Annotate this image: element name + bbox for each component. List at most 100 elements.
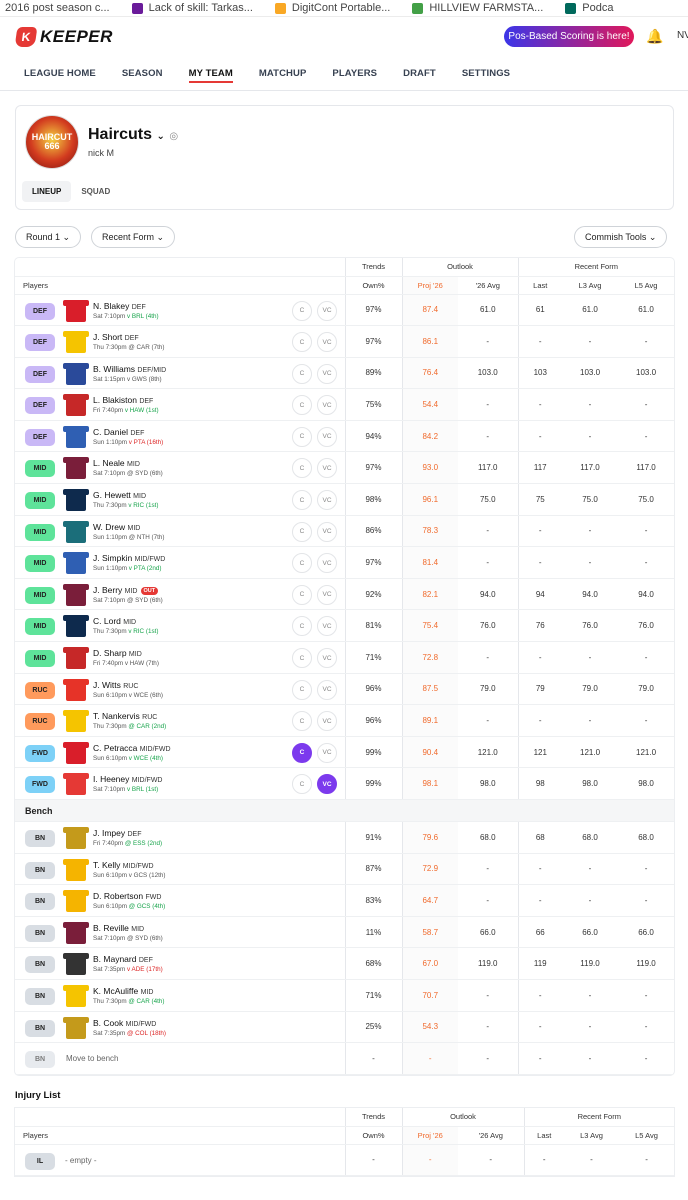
position-badge[interactable]: FWD (25, 776, 55, 794)
vice-captain-toggle[interactable]: VC (317, 553, 337, 574)
chevron-down-icon[interactable]: ⌄ (156, 131, 164, 142)
form-select[interactable]: Recent Form ⌄ (91, 226, 176, 248)
captain-toggle[interactable]: C (292, 521, 312, 542)
vice-captain-toggle[interactable]: VC (317, 395, 337, 416)
bench-slot-badge[interactable]: BN (25, 1051, 55, 1069)
vice-captain-toggle[interactable]: VC (317, 584, 337, 605)
bookmark-item[interactable]: Podca (565, 2, 613, 14)
nav-settings[interactable]: SETTINGS (462, 57, 510, 91)
player-name[interactable]: D. Robertson FWD (93, 891, 161, 901)
player-name[interactable]: L. Blakiston DEF (93, 395, 153, 405)
position-badge[interactable]: MID (25, 618, 55, 636)
tab-lineup[interactable]: LINEUP (22, 181, 72, 202)
vice-captain-toggle[interactable]: VC (317, 774, 337, 795)
player-name[interactable]: G. Hewett MID (93, 490, 146, 500)
position-badge[interactable]: FWD (25, 744, 55, 762)
position-badge[interactable]: DEF (25, 365, 55, 383)
player-name[interactable]: W. Drew MID (93, 522, 140, 532)
tab-squad[interactable]: SQUAD (71, 181, 120, 202)
position-badge[interactable]: BN (25, 987, 55, 1005)
inj-col-l3[interactable]: L3 Avg (564, 1126, 620, 1145)
captain-toggle[interactable]: C (292, 363, 312, 384)
vice-captain-toggle[interactable]: VC (317, 711, 337, 732)
nav-my-team[interactable]: MY TEAM (188, 57, 234, 91)
player-name[interactable]: C. Lord MID (93, 616, 136, 626)
captain-toggle[interactable]: C (292, 395, 312, 416)
vice-captain-toggle[interactable]: VC (317, 521, 337, 542)
col-proj[interactable]: Proj '26 (401, 276, 458, 295)
vice-captain-toggle[interactable]: VC (317, 742, 337, 763)
player-name[interactable]: B. Cook MID/FWD (93, 1018, 156, 1028)
player-name[interactable]: C. Petracca MID/FWD (93, 743, 171, 753)
inj-col-proj[interactable]: Proj '26 (401, 1126, 458, 1145)
position-badge[interactable]: DEF (25, 397, 55, 415)
position-badge[interactable]: DEF (25, 428, 55, 446)
position-badge[interactable]: RUC (25, 681, 55, 699)
vice-captain-toggle[interactable]: VC (317, 490, 337, 511)
promo-button[interactable]: Pos-Based Scoring is here! (504, 26, 634, 47)
captain-toggle[interactable]: C (292, 742, 312, 763)
nav-league-home[interactable]: LEAGUE HOME (24, 57, 96, 91)
vice-captain-toggle[interactable]: VC (317, 648, 337, 669)
position-badge[interactable]: BN (25, 861, 55, 879)
player-name[interactable]: J. Simpkin MID/FWD (93, 553, 165, 563)
move-to-bench-row[interactable]: BN Move to bench - - - - - - (15, 1042, 674, 1075)
col-l5[interactable]: L5 Avg (618, 276, 674, 295)
position-badge[interactable]: MID (25, 650, 55, 668)
position-badge[interactable]: DEF (25, 302, 55, 320)
round-select[interactable]: Round 1 ⌄ (15, 226, 82, 248)
inj-col-avg[interactable]: '26 Avg (458, 1126, 525, 1145)
bell-icon[interactable]: 🔔 (646, 28, 663, 45)
player-name[interactable]: B. Maynard DEF (93, 954, 153, 964)
captain-toggle[interactable]: C (292, 490, 312, 511)
nav-season[interactable]: SEASON (122, 57, 163, 91)
captain-toggle[interactable]: C (292, 648, 312, 669)
position-badge[interactable]: MID (25, 555, 55, 573)
vice-captain-toggle[interactable]: VC (317, 332, 337, 353)
captain-toggle[interactable]: C (292, 679, 312, 700)
inj-col-last[interactable]: Last (523, 1126, 565, 1145)
commish-tools-button[interactable]: Commish Tools ⌄ (574, 226, 668, 248)
player-name[interactable]: I. Heeney MID/FWD (93, 774, 162, 784)
captain-toggle[interactable]: C (292, 774, 312, 795)
position-badge[interactable]: MID (25, 523, 55, 541)
position-badge[interactable]: RUC (25, 713, 55, 731)
captain-toggle[interactable]: C (292, 332, 312, 353)
captain-toggle[interactable]: C (292, 584, 312, 605)
inj-col-l5[interactable]: L5 Avg (619, 1126, 675, 1145)
nav-players[interactable]: PLAYERS (332, 57, 377, 91)
position-badge[interactable]: BN (25, 893, 55, 911)
player-name[interactable]: B. Reville MID (93, 923, 144, 933)
player-name[interactable]: K. McAuliffe MID (93, 986, 153, 996)
captain-toggle[interactable]: C (292, 458, 312, 479)
player-name[interactable]: J. Impey DEF (93, 828, 142, 838)
col-last[interactable]: Last (517, 276, 563, 295)
player-name[interactable]: B. Williams DEF/MID (93, 364, 166, 374)
settings-icon[interactable]: ◎ (169, 131, 178, 142)
nav-matchup[interactable]: MATCHUP (259, 57, 307, 91)
col-avg[interactable]: '26 Avg (458, 276, 519, 295)
vice-captain-toggle[interactable]: VC (317, 363, 337, 384)
position-badge[interactable]: BN (25, 924, 55, 942)
position-badge[interactable]: DEF (25, 334, 55, 352)
player-name[interactable]: D. Sharp MID (93, 648, 142, 658)
captain-toggle[interactable]: C (292, 426, 312, 447)
position-badge[interactable]: MID (25, 492, 55, 510)
position-badge[interactable]: MID (25, 586, 55, 604)
captain-toggle[interactable]: C (292, 711, 312, 732)
position-badge[interactable]: MID (25, 460, 55, 478)
player-name[interactable]: T. Kelly MID/FWD (93, 860, 154, 870)
player-name[interactable]: N. Blakey DEF (93, 301, 146, 311)
vice-captain-toggle[interactable]: VC (317, 616, 337, 637)
bookmark-item[interactable]: DigitCont Portable... (274, 2, 390, 14)
vice-captain-toggle[interactable]: VC (317, 679, 337, 700)
captain-toggle[interactable]: C (292, 616, 312, 637)
captain-toggle[interactable]: C (292, 553, 312, 574)
player-name[interactable]: J. Short DEF (93, 332, 139, 342)
player-name[interactable]: J. Witts RUC (93, 680, 138, 690)
position-badge[interactable]: BN (25, 1019, 55, 1037)
team-name[interactable]: Haircuts ⌄ ◎ (88, 126, 178, 144)
inj-col-own[interactable]: Own% (344, 1126, 402, 1145)
col-own[interactable]: Own% (344, 276, 402, 295)
vice-captain-toggle[interactable]: VC (317, 458, 337, 479)
